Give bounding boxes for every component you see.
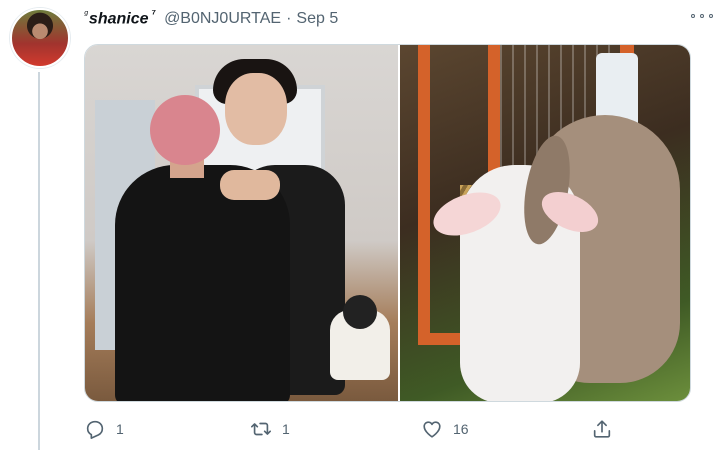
reply-icon: [84, 418, 106, 440]
more-dot: [691, 14, 695, 18]
tweet-actions: 1 1 16: [84, 414, 624, 444]
tweet-card: ᵍshanice ⁷ @B0NJ0URTAE · Sep 5 1 1 16: [0, 0, 727, 450]
photo-shape: [150, 95, 220, 165]
photo-shape: [343, 295, 377, 329]
header-separator: ·: [286, 10, 292, 28]
photo-shape: [220, 170, 280, 200]
more-horizontal-icon[interactable]: [691, 8, 713, 24]
tweet-date[interactable]: Sep 5: [296, 10, 338, 28]
heart-icon: [421, 418, 443, 440]
name-suffix: ⁷: [151, 8, 157, 20]
like-count: 16: [453, 421, 469, 437]
reply-button[interactable]: 1: [84, 414, 124, 444]
retweet-icon: [250, 418, 272, 440]
more-dot: [700, 14, 704, 18]
like-button[interactable]: 16: [421, 414, 469, 444]
author-display-name[interactable]: ᵍshanice ⁷: [84, 8, 156, 28]
author-avatar[interactable]: [10, 8, 70, 68]
author-handle[interactable]: @B0NJ0URTAE: [164, 10, 281, 28]
photo-shape: [115, 165, 290, 401]
media-photo-rabbits-hugging[interactable]: [399, 45, 690, 401]
tweet-header: ᵍshanice ⁷ @B0NJ0URTAE · Sep 5: [84, 8, 338, 30]
name-prefix: ᵍ: [84, 9, 88, 20]
thread-line: [38, 72, 40, 450]
media-photo-people-hugging[interactable]: [85, 45, 398, 401]
share-button[interactable]: [591, 414, 613, 444]
photo-shape: [225, 73, 287, 145]
tweet-media: [84, 44, 691, 402]
retweet-button[interactable]: 1: [250, 414, 290, 444]
retweet-count: 1: [282, 421, 290, 437]
display-name-text: shanice: [88, 10, 149, 28]
reply-count: 1: [116, 421, 124, 437]
more-dot: [709, 14, 713, 18]
share-icon: [591, 418, 613, 440]
